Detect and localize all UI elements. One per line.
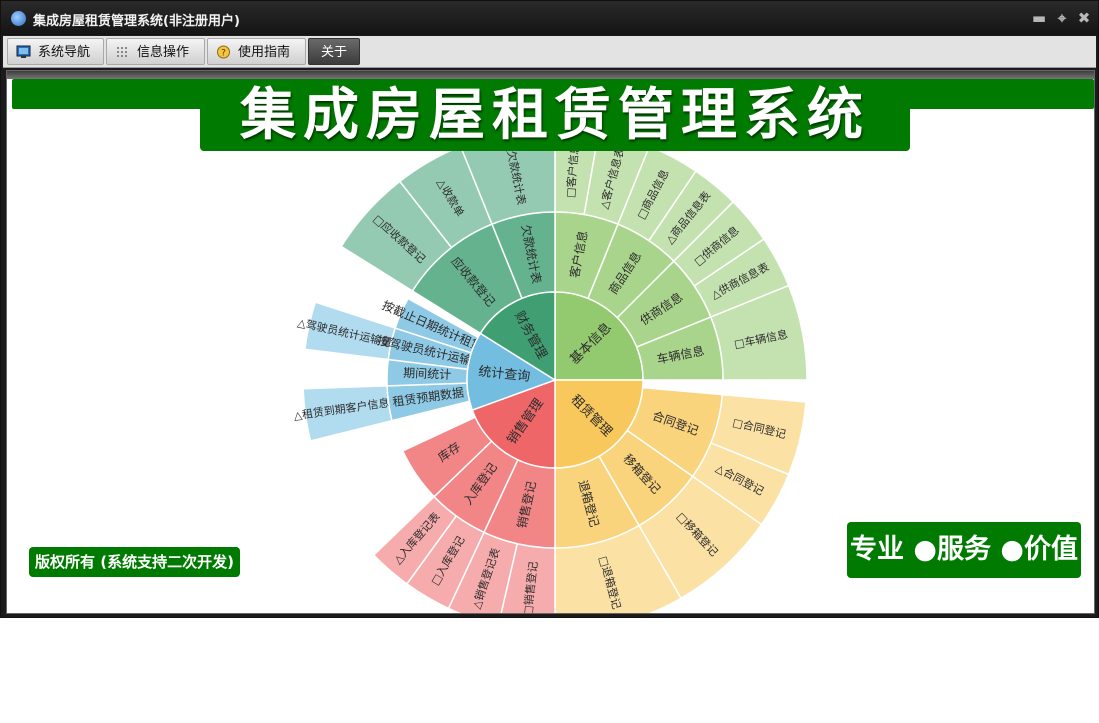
- grid-icon: [117, 47, 127, 57]
- svg-text:?: ?: [221, 49, 226, 59]
- slogan-badge: 专业 ●服务 ●价值: [847, 522, 1081, 578]
- tab-info-operation[interactable]: 信息操作: [106, 38, 205, 65]
- minimize-icon[interactable]: ▬: [1030, 9, 1048, 27]
- help-icon: ?: [217, 45, 230, 59]
- tab-label: 关于: [321, 45, 348, 60]
- tab-about[interactable]: 关于: [308, 38, 360, 65]
- main-content: □客户信息 △客户信息表 □商品信息 △商品信息表 □供商信息 △供商信息表 □车辆信息 □合…: [6, 70, 1095, 614]
- app-window: 集成房屋租赁管理系统(非注册用户) ▬ ⌖ ✖ 系统导航 信息操作 ? 使用指南…: [0, 0, 1099, 618]
- tab-label: 使用指南: [238, 45, 291, 60]
- page-title: 集成房屋租赁管理系统: [240, 83, 870, 148]
- tab-system-nav[interactable]: 系统导航: [7, 38, 104, 65]
- copyright-badge: 版权所有 (系统支持二次开发): [29, 547, 240, 577]
- banner: 集成房屋租赁管理系统: [200, 81, 910, 151]
- close-icon[interactable]: ✖: [1075, 9, 1093, 27]
- app-logo-icon: [11, 11, 26, 26]
- tab-label: 系统导航: [38, 45, 91, 60]
- monitor-icon: [16, 45, 31, 58]
- window-title: 集成房屋租赁管理系统(非注册用户): [33, 14, 240, 29]
- tab-label: 信息操作: [137, 45, 190, 60]
- title-bar[interactable]: 集成房屋租赁管理系统(非注册用户) ▬ ⌖ ✖: [1, 1, 1098, 35]
- tab-user-guide[interactable]: ? 使用指南: [207, 38, 306, 65]
- restore-icon[interactable]: ⌖: [1053, 9, 1071, 27]
- menu-bar: 系统导航 信息操作 ? 使用指南 关于: [3, 36, 1096, 68]
- sunburst-middle-label: 期间统计: [403, 366, 452, 382]
